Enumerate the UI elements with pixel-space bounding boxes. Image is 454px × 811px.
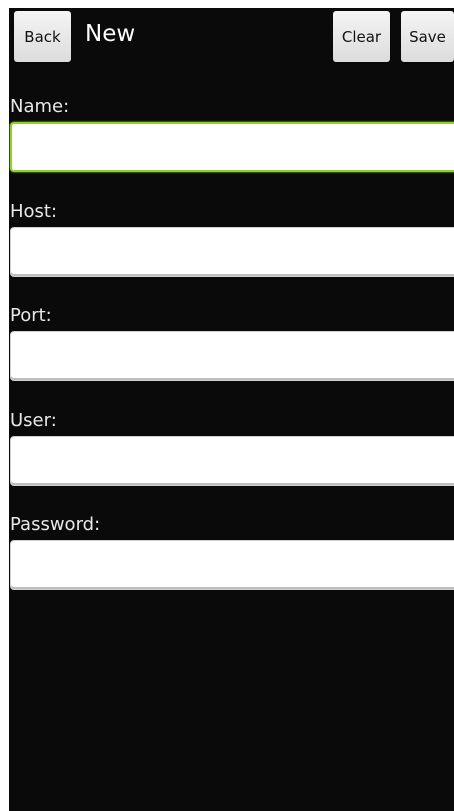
port-label: Port: <box>10 305 52 326</box>
port-field[interactable] <box>10 331 454 381</box>
save-button[interactable]: Save <box>401 11 454 62</box>
password-field[interactable] <box>10 540 454 590</box>
top-toolbar: Back New Clear Save <box>9 8 454 68</box>
host-field[interactable] <box>10 227 454 277</box>
app-screen: Back New Clear Save Name: Host: Port: Us… <box>9 8 454 811</box>
user-field[interactable] <box>10 436 454 486</box>
page-title: New <box>85 21 136 47</box>
clear-button[interactable]: Clear <box>333 11 390 62</box>
host-label: Host: <box>10 201 58 222</box>
user-label: User: <box>10 410 57 431</box>
name-field[interactable] <box>10 122 454 172</box>
password-label: Password: <box>10 514 101 535</box>
name-label: Name: <box>10 96 70 117</box>
back-button[interactable]: Back <box>14 11 71 62</box>
